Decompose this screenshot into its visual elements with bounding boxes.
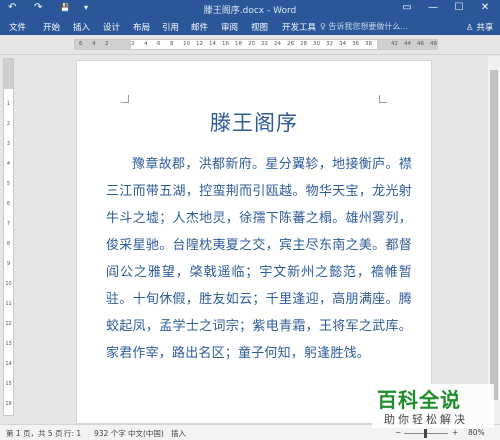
- ruler-tick: 42: [391, 41, 398, 47]
- word-window: ↶ ↷ 💾 ▾ 滕王阁序.docx - Word ▭ — ☐ ✕ 文件 开始 插…: [0, 0, 500, 440]
- ruler-left-margin: [75, 40, 131, 49]
- tell-me-search[interactable]: ♀ 告诉我您想要做什么...: [320, 21, 408, 32]
- page-indicator[interactable]: 第 1 页，共 5 页: [6, 428, 63, 439]
- close-button[interactable]: ✕: [478, 2, 492, 13]
- watermark-brand: 百科全说: [377, 388, 461, 412]
- ruler-tick: 6: [157, 41, 161, 47]
- ruler-tick: 4: [92, 41, 96, 47]
- ruler-tick: 10: [183, 41, 190, 47]
- tab-review[interactable]: 审阅: [221, 21, 238, 33]
- vertical-ruler-tick: 6: [6, 201, 11, 207]
- vertical-scrollbar[interactable]: [488, 56, 500, 424]
- ruler-tick: 20: [248, 41, 255, 47]
- minimize-button[interactable]: —: [426, 2, 440, 13]
- ruler-tick: 8: [170, 41, 174, 47]
- ruler-tick: 18: [235, 41, 242, 47]
- ruler-tick: 12: [196, 41, 203, 47]
- margin-corner-top-left: [121, 95, 129, 103]
- tab-layout[interactable]: 布局: [133, 21, 150, 33]
- zoom-slider-thumb[interactable]: [424, 429, 427, 438]
- watermark-slogan: 助你轻松解决: [384, 413, 468, 426]
- share-button[interactable]: ♙ 共享: [466, 21, 493, 33]
- ruler-strip: 6 4 2 2 4 6 8 10 12 14 16 18 20 22 24 26 28 30 32 34 36 38 42 4…: [0, 35, 500, 55]
- ruler-tick: 36: [352, 41, 359, 47]
- margin-corner-top-right: [379, 95, 387, 103]
- vertical-ruler-tick: 12: [5, 321, 12, 327]
- ruler-tick: 26: [287, 41, 294, 47]
- ribbon-tabs: 文件 开始 插入 设计 布局 引用 邮件 审阅 视图 开发工具 ♀ 告诉我您想要…: [0, 18, 500, 35]
- title-bar: ↶ ↷ 💾 ▾ 滕王阁序.docx - Word ▭ — ☐ ✕: [0, 0, 500, 18]
- tab-home[interactable]: 开始: [43, 21, 60, 33]
- ruler-tick: 34: [339, 41, 346, 47]
- language-indicator[interactable]: 中文(中国): [128, 428, 164, 439]
- vertical-ruler-tick: 16: [5, 401, 12, 407]
- tab-developer[interactable]: 开发工具: [282, 21, 316, 33]
- ruler-tick: 28: [300, 41, 307, 47]
- ruler-tick: 2: [131, 41, 135, 47]
- vertical-ruler-tick: 8: [6, 241, 11, 247]
- vertical-ruler-tick: 7: [6, 221, 11, 227]
- tab-design[interactable]: 设计: [103, 21, 120, 33]
- vertical-ruler-tick: 2: [6, 121, 11, 127]
- vertical-ruler-tick: 10: [5, 281, 12, 287]
- tab-view[interactable]: 视图: [251, 21, 268, 33]
- tab-references[interactable]: 引用: [162, 21, 179, 33]
- tab-insert[interactable]: 插入: [73, 21, 90, 33]
- document-page[interactable]: 滕王阁序 豫章故郡，洪都新府。星分翼轸，地接衡庐。襟三江而带五湖，控蛮荆而引瓯越…: [76, 60, 432, 424]
- ruler-tick: 24: [274, 41, 281, 47]
- watermark: 百科全说 助你轻松解决: [372, 384, 494, 428]
- ruler-tick: 44: [404, 41, 411, 47]
- ruler-tick: 14: [209, 41, 216, 47]
- vertical-ruler-tick: 1: [6, 101, 11, 107]
- vertical-ruler-tick: 13: [5, 341, 12, 347]
- restore-button[interactable]: ☐: [452, 2, 466, 13]
- zoom-out-button[interactable]: −: [395, 428, 401, 437]
- vertical-ruler-tick: 4: [6, 161, 11, 167]
- tab-mailings[interactable]: 邮件: [191, 21, 208, 33]
- ruler-tick: 38: [365, 41, 372, 47]
- ruler-tick: 30: [313, 41, 320, 47]
- vertical-ruler-tick: 9: [6, 261, 11, 267]
- zoom-in-button[interactable]: +: [452, 428, 458, 437]
- ruler-tick: 4: [144, 41, 148, 47]
- ruler-tick: 2: [105, 41, 109, 47]
- tab-file[interactable]: 文件: [9, 21, 26, 33]
- vertical-ruler-tick: 5: [6, 181, 11, 187]
- vertical-ruler-top-margin: [4, 59, 13, 89]
- document-title: 滕王阁序.docx - Word: [203, 6, 297, 16]
- insert-mode[interactable]: 插入: [171, 428, 186, 439]
- ribbon-display-options-icon[interactable]: ▭: [400, 2, 414, 13]
- ruler-tick: 32: [326, 41, 333, 47]
- ruler-tick: 22: [261, 41, 268, 47]
- ruler-tick: 6: [79, 41, 83, 47]
- word-count[interactable]: 932 个字: [94, 428, 126, 439]
- document-heading[interactable]: 滕王阁序: [77, 107, 431, 137]
- ruler-tick: 16: [222, 41, 229, 47]
- vertical-ruler[interactable]: 1 2 3 4 5 6 7 8 9 10 11 12 13 14 15 16: [3, 58, 14, 416]
- zoom-level[interactable]: 80%: [468, 428, 485, 437]
- vertical-ruler-tick: 14: [5, 361, 12, 367]
- ruler-tick: 48: [430, 41, 437, 47]
- horizontal-ruler[interactable]: 6 4 2 2 4 6 8 10 12 14 16 18 20 22 24 26 28 30 32 34 36 38 42 4…: [74, 39, 438, 50]
- row-indicator: 行: 1: [64, 429, 82, 438]
- ruler-tick: 46: [417, 41, 424, 47]
- vertical-ruler-tick: 15: [5, 381, 12, 387]
- vertical-ruler-tick: 3: [6, 141, 11, 147]
- scrollbar-thumb[interactable]: [490, 70, 498, 400]
- document-body-text[interactable]: 豫章故郡，洪都新府。星分翼轸，地接衡庐。襟三江而带五湖，控蛮荆而引瓯越。物华天宝…: [106, 151, 412, 367]
- vertical-ruler-tick: 11: [5, 301, 12, 307]
